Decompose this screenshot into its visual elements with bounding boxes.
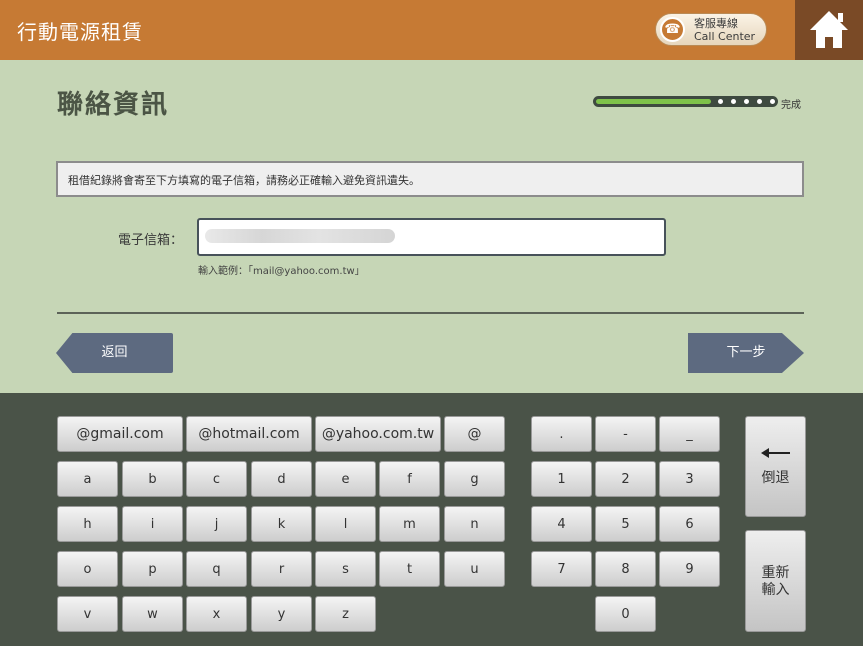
header-bar: 行動電源租賃 ☎ 客服專線 Call Center (0, 0, 863, 60)
progress-bar (593, 96, 778, 107)
reset-label-line1: 重新 (761, 565, 790, 581)
call-center-label-en: Call Center (694, 30, 756, 43)
app-title: 行動電源租賃 (17, 20, 143, 44)
home-button[interactable] (795, 0, 863, 60)
home-icon (810, 11, 848, 48)
progress-dot (744, 99, 749, 104)
key-9[interactable]: 9 (659, 551, 720, 587)
email-label: 電子信箱： (118, 233, 184, 248)
reset-button[interactable]: 重新 輸入 (745, 530, 806, 632)
notice-text: 租借紀錄將會寄至下方填寫的電子信箱，請務必正確輸入避免資訊遺失。 (68, 174, 420, 187)
progress-dot (718, 99, 723, 104)
key-at[interactable]: @ (444, 416, 505, 452)
key-3[interactable]: 3 (659, 461, 720, 497)
key-h[interactable]: h (57, 506, 118, 542)
key-w[interactable]: w (122, 596, 183, 632)
key-j[interactable]: j (186, 506, 247, 542)
key-4[interactable]: 4 (531, 506, 592, 542)
progress-dot (757, 99, 762, 104)
key-0[interactable]: 0 (595, 596, 656, 632)
reset-label-line2: 輸入 (761, 582, 790, 598)
on-screen-keyboard: @gmail.com @hotmail.com @yahoo.com.tw @ … (0, 393, 863, 646)
key-v[interactable]: v (57, 596, 118, 632)
key-a[interactable]: a (57, 461, 118, 497)
key-f[interactable]: f (379, 461, 440, 497)
key-2[interactable]: 2 (595, 461, 656, 497)
progress-dot (731, 99, 736, 104)
notice-box: 租借紀錄將會寄至下方填寫的電子信箱，請務必正確輸入避免資訊遺失。 (56, 161, 804, 197)
key-o[interactable]: o (57, 551, 118, 587)
key-i[interactable]: i (122, 506, 183, 542)
phone-icon: ☎ (660, 17, 685, 42)
key-c[interactable]: c (186, 461, 247, 497)
key-q[interactable]: q (186, 551, 247, 587)
key-underscore[interactable]: _ (659, 416, 720, 452)
arrow-left-icon (761, 448, 790, 458)
progress-label: 完成 (781, 100, 801, 111)
key-yahoo[interactable]: @yahoo.com.tw (315, 416, 441, 452)
key-m[interactable]: m (379, 506, 440, 542)
key-5[interactable]: 5 (595, 506, 656, 542)
key-d[interactable]: d (251, 461, 312, 497)
key-b[interactable]: b (122, 461, 183, 497)
key-6[interactable]: 6 (659, 506, 720, 542)
next-button[interactable]: 下一步 (688, 333, 804, 373)
key-e[interactable]: e (315, 461, 376, 497)
key-8[interactable]: 8 (595, 551, 656, 587)
key-y[interactable]: y (251, 596, 312, 632)
key-t[interactable]: t (379, 551, 440, 587)
key-7[interactable]: 7 (531, 551, 592, 587)
key-p[interactable]: p (122, 551, 183, 587)
email-example: 輸入範例：「mail@yahoo.com.tw」 (198, 266, 365, 277)
backspace-button[interactable]: 倒退 (745, 416, 806, 517)
key-s[interactable]: s (315, 551, 376, 587)
key-x[interactable]: x (186, 596, 247, 632)
divider (57, 312, 804, 314)
email-blurred-value (205, 229, 395, 243)
progress-dot (770, 99, 775, 104)
back-button[interactable]: 返回 (56, 333, 173, 373)
key-hyphen[interactable]: - (595, 416, 656, 452)
key-period[interactable]: . (531, 416, 592, 452)
backspace-label: 倒退 (761, 470, 790, 486)
call-center-button[interactable]: ☎ 客服專線 Call Center (655, 13, 767, 46)
progress-fill (596, 99, 711, 104)
call-center-label-zh: 客服專線 (694, 17, 738, 30)
key-z[interactable]: z (315, 596, 376, 632)
page-title: 聯絡資訊 (57, 90, 170, 120)
key-gmail[interactable]: @gmail.com (57, 416, 183, 452)
key-hotmail[interactable]: @hotmail.com (186, 416, 312, 452)
key-r[interactable]: r (251, 551, 312, 587)
key-n[interactable]: n (444, 506, 505, 542)
key-u[interactable]: u (444, 551, 505, 587)
key-g[interactable]: g (444, 461, 505, 497)
key-l[interactable]: l (315, 506, 376, 542)
key-1[interactable]: 1 (531, 461, 592, 497)
key-k[interactable]: k (251, 506, 312, 542)
